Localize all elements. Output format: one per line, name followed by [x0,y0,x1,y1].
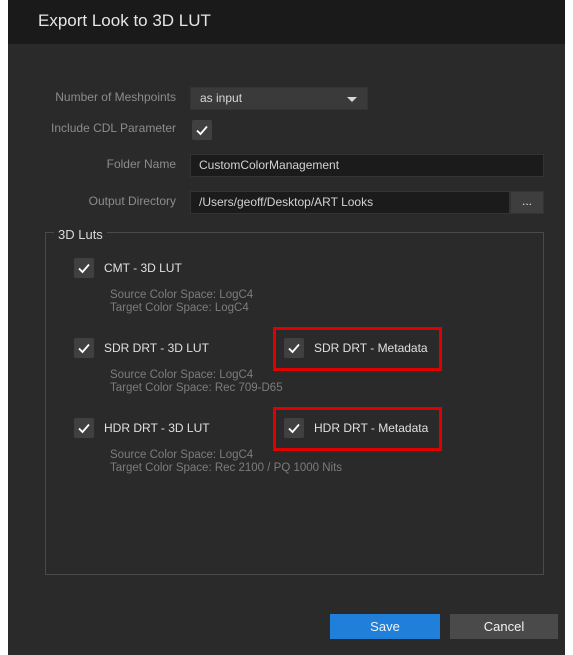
meshpoints-label: Number of Meshpoints [55,90,176,104]
hdr-lut-label: HDR DRT - 3D LUT [104,421,210,435]
cmt-source-space: Source Color Space: LogC4 [110,289,254,301]
luts-group [45,232,544,575]
sdr-lut-checkbox[interactable] [74,338,94,358]
output-label: Output Directory [88,194,176,208]
output-directory-value: /Users/geoff/Desktop/ART Looks [199,195,374,209]
cdl-label: Include CDL Parameter [51,121,176,135]
title-bar: Export Look to 3D LUT [8,0,565,44]
sdr-metadata-highlight [273,327,442,371]
checkmark-icon [196,125,208,136]
checkmark-icon [78,343,90,354]
hdr-metadata-highlight [273,407,442,451]
cdl-checkbox[interactable] [192,120,212,140]
save-button[interactable]: Save [330,614,440,639]
sdr-target-space: Target Color Space: Rec 709-D65 [110,382,283,394]
hdr-lut-checkbox[interactable] [74,418,94,438]
checkmark-icon [78,263,90,274]
output-directory-input[interactable]: /Users/geoff/Desktop/ART Looks [190,191,510,214]
cancel-button[interactable]: Cancel [450,614,558,639]
cmt-lut-checkbox[interactable] [74,258,94,278]
sdr-lut-label: SDR DRT - 3D LUT [104,341,209,355]
meshpoints-select[interactable]: as input [190,87,368,110]
hdr-source-space: Source Color Space: LogC4 [110,449,254,461]
cmt-target-space: Target Color Space: LogC4 [110,302,249,314]
luts-group-title: 3D Luts [54,227,107,242]
browse-button[interactable]: ... [510,191,544,214]
dialog-title: Export Look to 3D LUT [38,11,211,30]
hdr-target-space: Target Color Space: Rec 2100 / PQ 1000 N… [110,462,343,474]
meshpoints-value: as input [200,91,243,105]
chevron-down-icon [347,97,357,102]
export-lut-dialog: Export Look to 3D LUT Number of Meshpoin… [8,0,565,655]
cmt-lut-label: CMT - 3D LUT [104,261,182,275]
folder-label: Folder Name [106,157,176,171]
checkmark-icon [78,423,90,434]
folder-name-value: CustomColorManagement [199,158,340,172]
folder-name-input[interactable]: CustomColorManagement [190,154,544,177]
sdr-source-space: Source Color Space: LogC4 [110,369,254,381]
